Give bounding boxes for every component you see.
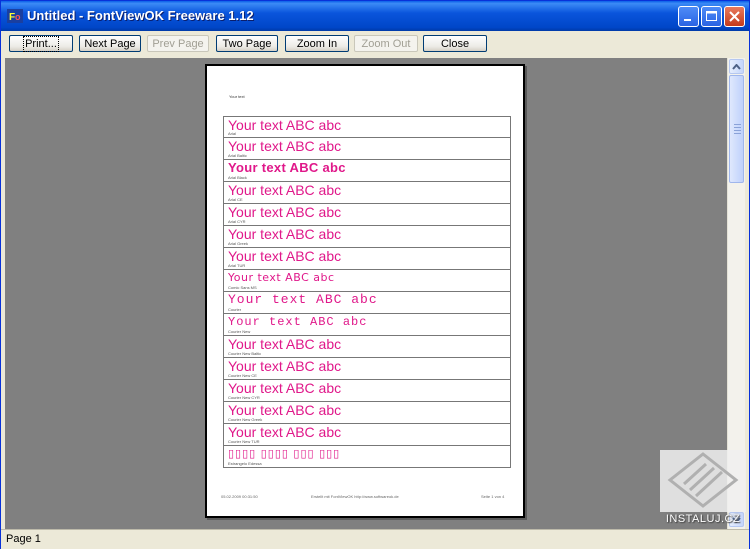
preview-page: Your text Your text ABC abc Arial Your tex… [205, 64, 525, 518]
watermark: INSTALUJ.CZ [658, 450, 748, 530]
font-row: Your text ABC abc Courier New Baltic [223, 336, 511, 358]
zoom-out-button[interactable]: Zoom Out [354, 35, 418, 52]
font-row: Your text ABC abc Arial CE [223, 182, 511, 204]
title-bar[interactable]: F o Untitled - FontViewOK Freeware 1.12 [1, 1, 749, 31]
font-name-label: Arial Black [228, 175, 247, 180]
close-window-button[interactable] [724, 6, 745, 27]
thumb-grip [734, 124, 741, 125]
thumb-grip [734, 133, 741, 134]
font-sample-text: Your text ABC abc [228, 424, 342, 440]
font-row: Your text ABC abc Courier New Greek [223, 402, 511, 424]
font-sample-text: ▯▯▯▯ ▯▯▯▯ ▯▯▯ ▯▯▯ [228, 447, 341, 460]
font-sample-text: Your text ABC abc [228, 336, 342, 352]
status-page: Page 1 [6, 533, 41, 545]
font-name-label: Comic Sans MS [228, 285, 257, 290]
arrow-up-icon [732, 63, 741, 70]
font-sample-text: Your text ABC abc [228, 226, 342, 242]
footer-page-number: Seite 1 von 4 [481, 494, 505, 499]
watermark-logo [660, 450, 746, 512]
font-name-label: Arial CYR [228, 219, 246, 224]
watermark-logo-icon [667, 452, 739, 508]
font-row: Your text ABC abc Arial Black [223, 160, 511, 182]
font-sample-text: Your text ABC abc [228, 138, 342, 154]
font-sample-text: Your text ABC abc [228, 160, 346, 175]
prev-page-button[interactable]: Prev Page [147, 35, 209, 52]
font-sample-text: Your text ABC abc [228, 292, 378, 307]
font-name-label: Courier New Greek [228, 417, 263, 422]
font-row: Your text ABC abc Courier New CE [223, 358, 511, 380]
font-row: Your text ABC abc Arial Greek [223, 226, 511, 248]
print-preview-toolbar: Print... Next Page Prev Page Two Page Zo… [1, 31, 749, 57]
font-sample-text: Your text ABC abc [228, 380, 342, 396]
font-sample-text: Your text ABC abc [228, 117, 342, 133]
font-row: Your text ABC abc Arial Baltic [223, 138, 511, 160]
thumb-grip [734, 130, 741, 131]
page-header: Your text [229, 94, 245, 99]
next-page-button[interactable]: Next Page [79, 35, 141, 52]
font-name-label: Arial [228, 131, 237, 136]
font-name-label: Estrangelo Edessa [228, 461, 262, 466]
font-row: Your text ABC abc Courier New [223, 314, 511, 336]
font-row: Your text ABC abc Arial TUR [223, 248, 511, 270]
font-row: Your text ABC abc Courier New TUR [223, 424, 511, 446]
minimize-button[interactable] [678, 6, 699, 27]
font-name-label: Arial CE [228, 197, 243, 202]
font-name-label: Courier New TUR [228, 439, 260, 444]
print-button[interactable]: Print... [9, 35, 73, 52]
font-sample-text: Your text ABC abc [228, 358, 342, 374]
font-row: ▯▯▯▯ ▯▯▯▯ ▯▯▯ ▯▯▯ Estrangelo Edessa [223, 446, 511, 468]
font-name-label: Courier New [228, 329, 251, 334]
app-icon: F o [7, 9, 23, 23]
font-row: Your text ABC abc Arial CYR [223, 204, 511, 226]
maximize-icon [706, 11, 717, 21]
status-bar: Page 1 [1, 529, 749, 549]
scroll-thumb[interactable] [729, 75, 744, 183]
font-row: Your text ABC abc Comic Sans MS [223, 270, 511, 292]
minimize-icon [684, 19, 691, 21]
app-window: F o Untitled - FontViewOK Freeware 1.12 … [0, 0, 750, 549]
font-name-label: Courier New CYR [228, 395, 260, 400]
close-preview-button[interactable]: Close [423, 35, 487, 52]
font-sample-text: Your text ABC abc [228, 182, 342, 198]
font-sample-text: Your text ABC abc [228, 402, 342, 418]
font-name-label: Courier New Baltic [228, 351, 262, 356]
font-row: Your text ABC abc Courier New CYR [223, 380, 511, 402]
window-title: Untitled - FontViewOK Freeware 1.12 [27, 8, 254, 23]
footer-credit: Erstellt mit FontViewOK http://www.softw… [311, 494, 399, 499]
maximize-button[interactable] [701, 6, 722, 27]
footer-date: 05.02.2009 00:31:50 [221, 494, 258, 499]
watermark-text: INSTALUJ.CZ [665, 513, 741, 525]
font-sample-text: Your text ABC abc [228, 315, 368, 329]
svg-text:o: o [15, 12, 21, 22]
close-icon [729, 11, 740, 22]
font-row: Your text ABC abc Courier [223, 292, 511, 314]
font-row: Your text ABC abc Arial [223, 116, 511, 138]
zoom-in-button[interactable]: Zoom In [285, 35, 349, 52]
font-name-label: Arial Baltic [228, 153, 247, 158]
font-name-label: Arial TUR [228, 263, 246, 268]
font-sample-table: Your text ABC abc Arial Your text ABC abc A… [223, 116, 511, 468]
preview-area[interactable]: Your text Your text ABC abc Arial Your tex… [5, 58, 727, 529]
font-sample-text: Your text ABC abc [228, 248, 342, 264]
font-sample-text: Your text ABC abc [228, 271, 335, 284]
font-sample-text: Your text ABC abc [228, 204, 342, 220]
scroll-up-button[interactable] [729, 59, 744, 74]
font-name-label: Courier New CE [228, 373, 257, 378]
thumb-grip [734, 127, 741, 128]
font-name-label: Courier [228, 307, 242, 312]
font-name-label: Arial Greek [228, 241, 249, 246]
two-page-button[interactable]: Two Page [216, 35, 278, 52]
